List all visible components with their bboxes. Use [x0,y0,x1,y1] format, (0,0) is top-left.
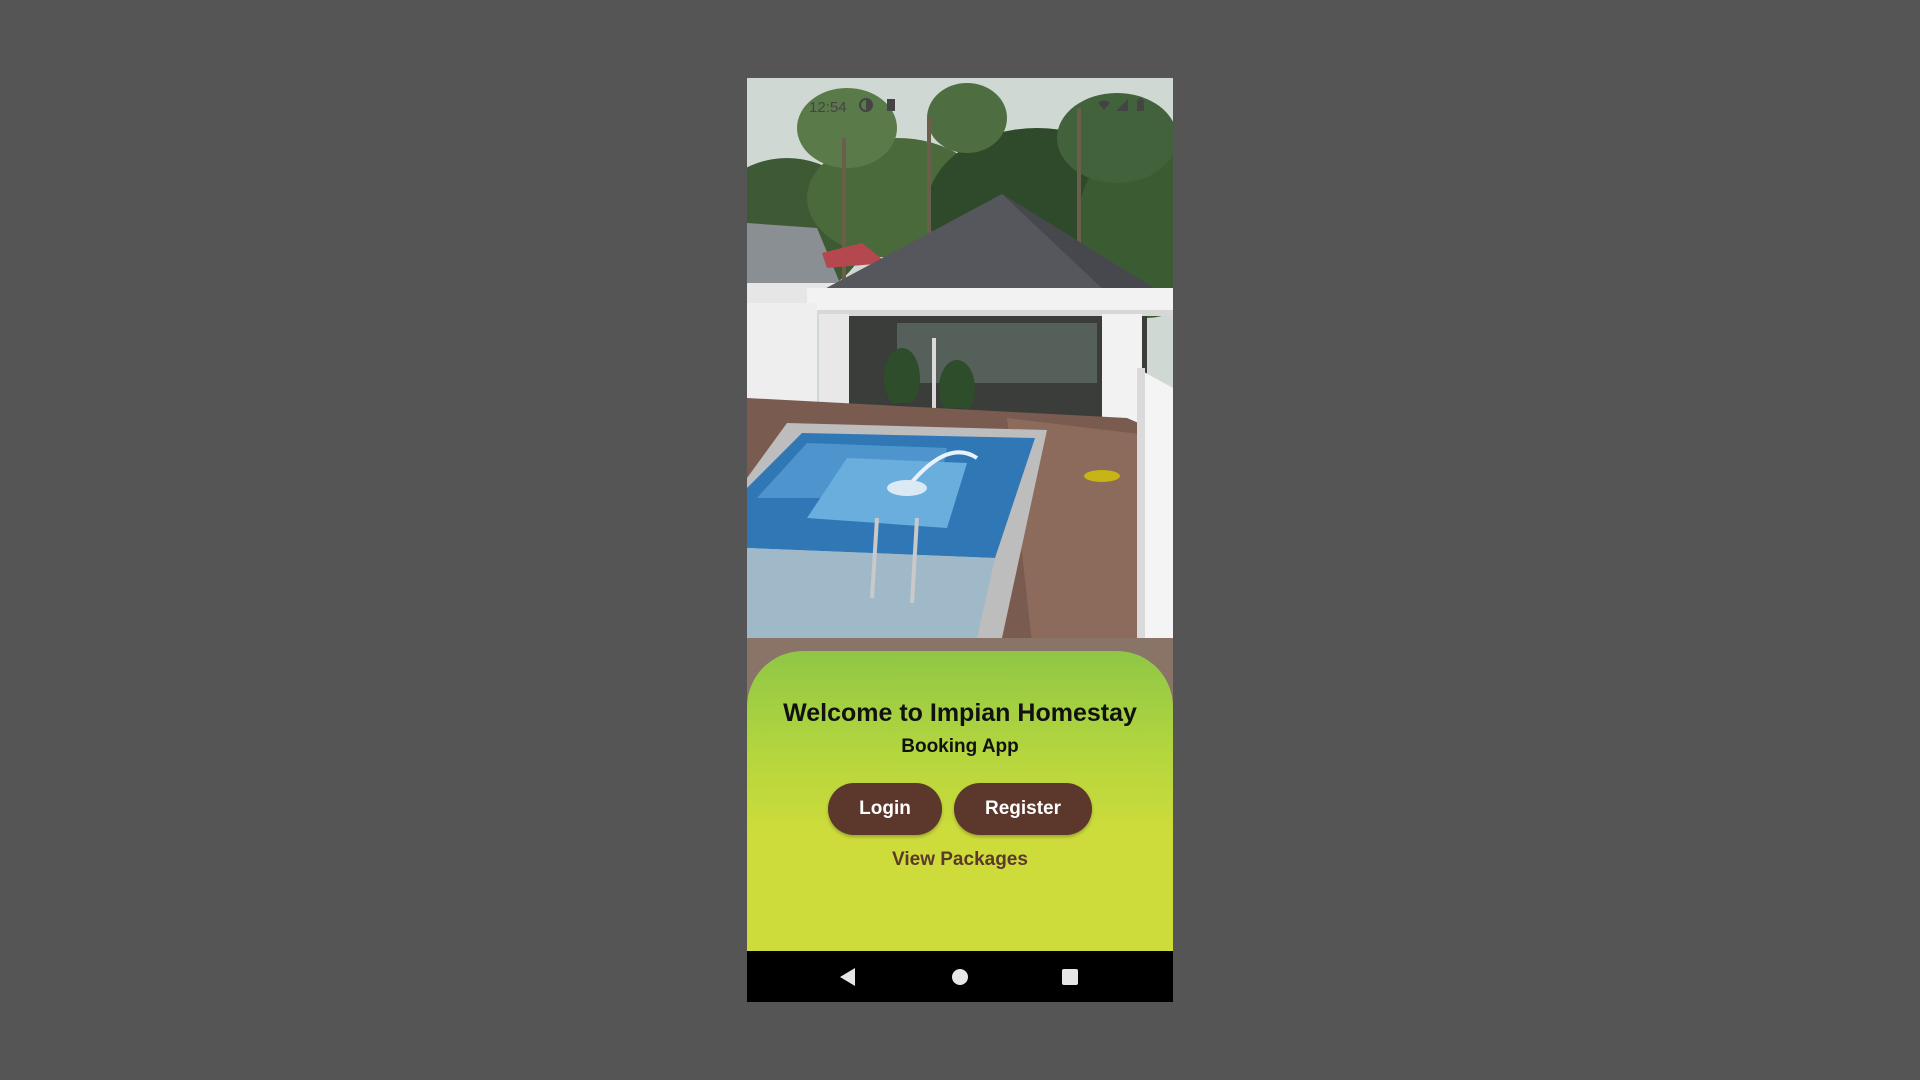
battery-icon [1137,98,1144,111]
wifi-icon [1098,100,1110,110]
back-icon[interactable] [840,968,855,986]
register-button[interactable]: Register [954,783,1092,835]
status-bar: 12:54 [747,78,1173,130]
status-time: 12:54 [809,99,847,116]
home-icon[interactable] [952,969,968,985]
welcome-subtitle: Booking App [901,736,1019,757]
auth-buttons: Login Register [747,783,1173,835]
sd-card-icon [887,99,895,111]
recents-icon[interactable] [1062,969,1078,985]
phone-screen: 12:54 Welcome to Impian Homestay Booking… [747,78,1173,1002]
data-saver-icon [859,98,873,112]
navigation-bar [747,951,1173,1002]
login-button[interactable]: Login [828,783,942,835]
signal-icon [1116,99,1128,111]
welcome-card: Welcome to Impian Homestay Booking App L… [747,651,1173,951]
welcome-title: Welcome to Impian Homestay [783,699,1137,727]
view-packages-link[interactable]: View Packages [892,849,1028,871]
